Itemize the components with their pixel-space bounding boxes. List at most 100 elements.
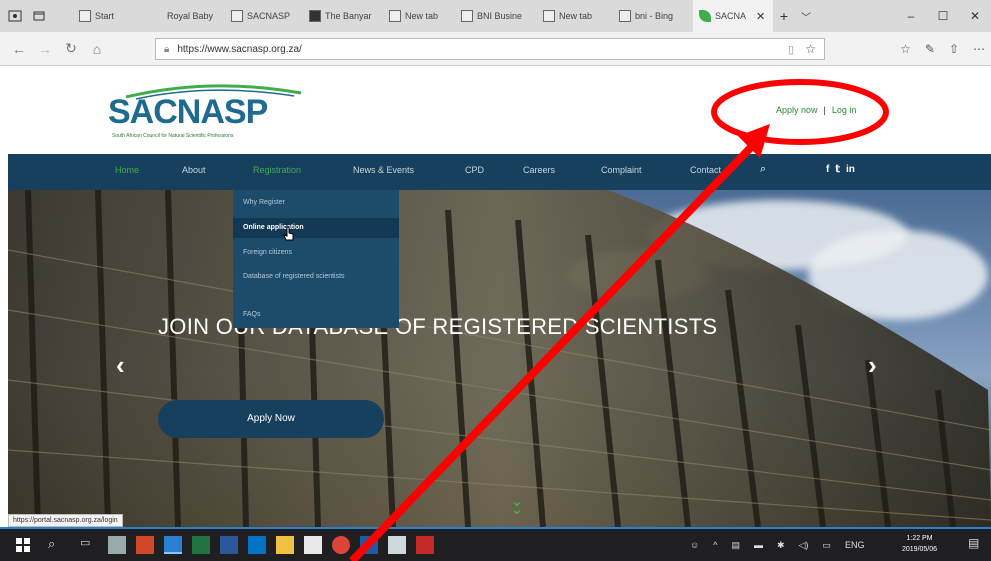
browser-toolbar: ← → ↻ ⌂ 🔒︎ https://www.sacnasp.org.za/ ▯… xyxy=(0,32,991,66)
file-explorer-icon[interactable] xyxy=(276,536,294,554)
close-tab-icon[interactable]: ✕ xyxy=(756,10,765,23)
page-icon xyxy=(231,10,243,22)
tab-bing[interactable]: bni - Bing xyxy=(613,0,693,32)
nav-complaint[interactable]: Complaint xyxy=(601,165,642,175)
page-icon xyxy=(543,10,555,22)
apply-now-link[interactable]: Apply now xyxy=(776,105,818,115)
app-icon[interactable] xyxy=(108,536,126,554)
tab-sacnasp[interactable]: SACNASP xyxy=(225,0,303,32)
scroll-down-chevrons-icon[interactable]: ⌄ ⌄ xyxy=(511,494,523,516)
nav-home[interactable]: Home xyxy=(115,165,139,175)
search-icon[interactable]: ⌕ xyxy=(760,163,766,176)
tab-start[interactable]: Start xyxy=(73,0,123,32)
close-window-button[interactable]: ✕ xyxy=(959,0,991,32)
next-slide-arrow-icon[interactable]: › xyxy=(868,350,877,381)
chrome-icon[interactable] xyxy=(332,536,350,554)
page-icon xyxy=(79,10,91,22)
status-bar-url: https://portal.sacnasp.org.za/login xyxy=(8,514,123,527)
twitter-icon[interactable]: 𝕥 xyxy=(835,164,840,175)
back-arrow-icon[interactable]: ← xyxy=(6,41,32,57)
clock[interactable]: 1:22 PM 2019/05/06 xyxy=(902,533,937,555)
tab-bni[interactable]: BNI Busine xyxy=(455,0,537,32)
tab-list-chevron-icon[interactable]: ﹀ xyxy=(795,9,817,24)
new-tab-button[interactable]: + xyxy=(773,8,795,24)
tab-banyan[interactable]: The Banyar xyxy=(303,0,383,32)
leaf-favicon-icon xyxy=(699,10,711,22)
linkedin-icon[interactable]: in xyxy=(846,164,855,175)
reading-view-icon[interactable]: ▯ xyxy=(788,43,794,56)
search-icon[interactable]: ⌕ xyxy=(48,536,66,554)
logo-wordmark: SACNASP xyxy=(108,93,268,131)
registration-dropdown-menu: Why Register Online application Foreign … xyxy=(233,190,399,328)
tab-label: New tab xyxy=(405,11,439,21)
person-icon[interactable]: ☺ xyxy=(690,540,699,550)
address-bar[interactable]: 🔒︎ https://www.sacnasp.org.za/ ▯ ☆ xyxy=(155,38,825,60)
nav-cpd[interactable]: CPD xyxy=(465,165,484,175)
task-view-icon[interactable]: ▭ xyxy=(80,536,98,554)
store-icon[interactable] xyxy=(304,536,322,554)
tab-label: SACNA xyxy=(715,11,747,21)
tab-label: Start xyxy=(95,11,115,21)
link-separator: | xyxy=(823,105,826,115)
tab-label: SACNASP xyxy=(247,11,291,21)
outlook-icon[interactable] xyxy=(248,536,266,554)
page-icon xyxy=(309,10,321,22)
home-icon[interactable]: ⌂ xyxy=(84,41,110,57)
language-indicator[interactable]: ENG xyxy=(845,540,865,550)
word-doc-icon[interactable] xyxy=(360,536,378,554)
logo-tagline: South African Council for Natural Scient… xyxy=(112,133,234,139)
word-icon[interactable] xyxy=(220,536,238,554)
previous-slide-arrow-icon[interactable]: ‹ xyxy=(116,350,125,381)
set-aside-tabs-icon[interactable] xyxy=(32,9,46,23)
photos-icon[interactable] xyxy=(388,536,406,554)
battery-icon[interactable]: ▬ xyxy=(754,540,763,550)
nav-news-events[interactable]: News & Events xyxy=(353,165,414,175)
tab-new-1[interactable]: New tab xyxy=(383,0,455,32)
show-hidden-chevron-icon[interactable]: ^ xyxy=(713,540,717,550)
powerpoint-icon[interactable] xyxy=(136,536,154,554)
apply-now-button[interactable]: Apply Now xyxy=(158,400,384,438)
refresh-icon[interactable]: ↻ xyxy=(58,40,84,57)
menu-item-foreign-citizens[interactable]: Foreign citizens xyxy=(233,248,399,257)
nav-about[interactable]: About xyxy=(182,165,206,175)
share-icon[interactable]: ⇧ xyxy=(949,42,959,56)
forward-arrow-icon[interactable]: → xyxy=(32,41,58,57)
nav-registration[interactable]: Registration xyxy=(253,165,301,175)
tab-preview-icon[interactable] xyxy=(8,9,22,23)
notes-pen-icon[interactable]: ✎ xyxy=(925,42,935,56)
hand-cursor-icon xyxy=(283,226,294,241)
menu-item-online-application[interactable]: Online application xyxy=(233,218,399,238)
keyboard-icon[interactable]: ▭ xyxy=(822,540,831,551)
maximize-button[interactable]: ☐ xyxy=(927,0,959,32)
excel-icon[interactable] xyxy=(192,536,210,554)
favorite-star-icon[interactable]: ☆ xyxy=(805,42,816,56)
bluetooth-icon[interactable]: ✱ xyxy=(777,540,785,551)
site-header: SACNASP South African Council for Natura… xyxy=(0,67,991,154)
acrobat-icon[interactable] xyxy=(416,536,434,554)
minimize-button[interactable]: – xyxy=(895,0,927,32)
menu-item-why-register[interactable]: Why Register xyxy=(233,198,399,207)
log-in-link[interactable]: Log in xyxy=(832,105,857,115)
notifications-icon[interactable]: ▤ xyxy=(968,536,986,554)
favorites-hub-icon[interactable]: ☆ xyxy=(900,42,911,56)
tab-royal-baby[interactable]: Royal Baby xyxy=(161,0,225,32)
tab-new-2[interactable]: New tab xyxy=(537,0,613,32)
volume-icon[interactable]: ◁) xyxy=(799,540,809,551)
url-text: https://www.sacnasp.org.za/ xyxy=(177,43,302,55)
windows-start-icon[interactable] xyxy=(14,536,32,554)
sacnasp-logo[interactable]: SACNASP South African Council for Natura… xyxy=(108,79,308,139)
menu-item-database[interactable]: Database of registered scientists xyxy=(233,272,363,281)
tab-sacnasp-active[interactable]: SACNA ✕ xyxy=(693,0,773,32)
tab-label: bni - Bing xyxy=(635,11,674,21)
lock-icon: 🔒︎ xyxy=(164,43,170,55)
facebook-icon[interactable]: f xyxy=(826,164,829,175)
edge-icon[interactable] xyxy=(164,536,182,554)
account-links: Apply now | Log in xyxy=(776,105,856,115)
more-menu-icon[interactable]: ⋯ xyxy=(973,42,985,56)
page-icon xyxy=(461,10,473,22)
network-icon[interactable]: ▤ xyxy=(731,540,740,551)
nav-contact[interactable]: Contact xyxy=(690,165,721,175)
nav-careers[interactable]: Careers xyxy=(523,165,555,175)
hero-building-image xyxy=(8,190,991,527)
menu-item-faqs[interactable]: FAQs xyxy=(233,310,399,319)
